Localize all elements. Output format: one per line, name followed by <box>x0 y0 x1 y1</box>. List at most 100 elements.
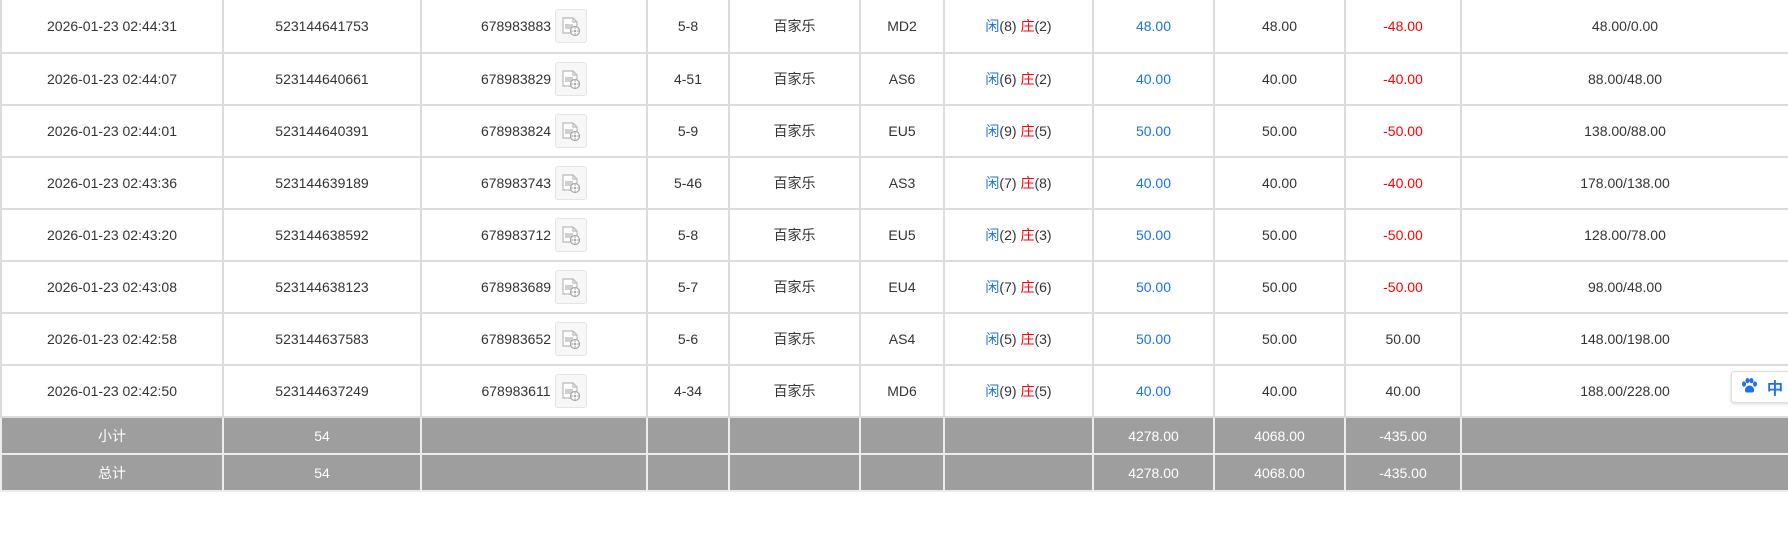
player-label: 闲 <box>985 227 1000 243</box>
total-row: 总计 54 4278.00 4068.00 -435.00 <box>0 453 1788 492</box>
game-name: 百家乐 <box>728 156 861 210</box>
valid-bet: 50.00 <box>1213 260 1346 314</box>
valid-bet: 50.00 <box>1213 208 1346 262</box>
shoe-round: 5-8 <box>646 0 730 54</box>
bet-records-table: 2026-01-23 02:44:31 523144641753 678983883… <box>0 0 1788 492</box>
video-replay-icon[interactable] <box>555 322 588 356</box>
player-label: 闲 <box>985 383 1000 399</box>
video-replay-icon[interactable] <box>554 374 587 408</box>
video-replay-icon[interactable] <box>555 218 588 252</box>
game-result: 闲(9) 庄(5) <box>943 364 1094 418</box>
bet-amount: 40.00 <box>1092 52 1215 106</box>
payout: -40.00 <box>1344 52 1462 106</box>
round-id: 678983611 <box>481 383 551 399</box>
valid-bet: 40.00 <box>1213 156 1346 210</box>
bet-time: 2026-01-23 02:42:50 <box>0 364 224 418</box>
video-replay-icon[interactable] <box>555 166 588 200</box>
input-mode-label[interactable]: 中 <box>1767 375 1783 399</box>
round-id-cell: 678983824 <box>420 104 648 158</box>
banker-score: (3) <box>1034 227 1052 243</box>
table-name: AS4 <box>859 312 945 366</box>
banker-label: 庄 <box>1020 175 1035 191</box>
banker-score: (5) <box>1034 123 1052 139</box>
game-name: 百家乐 <box>728 312 861 366</box>
table-name: EU4 <box>859 260 945 314</box>
bet-id: 523144641753 <box>222 0 422 54</box>
player-label: 闲 <box>985 279 1000 295</box>
player-score: (7) <box>999 279 1017 295</box>
bet-time: 2026-01-23 02:44:31 <box>0 0 224 54</box>
subtotal-label: 小计 <box>0 416 224 455</box>
valid-bet: 50.00 <box>1213 104 1346 158</box>
total-valid: 4068.00 <box>1213 453 1346 492</box>
shoe-round: 4-34 <box>646 364 730 418</box>
game-name: 百家乐 <box>728 0 861 54</box>
paw-icon[interactable] <box>1740 377 1758 398</box>
bet-amount: 50.00 <box>1092 104 1215 158</box>
player-score: (5) <box>999 331 1017 347</box>
round-id: 678983743 <box>480 175 552 191</box>
video-replay-icon[interactable] <box>555 114 588 148</box>
shoe-round: 5-9 <box>646 104 730 158</box>
balance: 128.00/78.00 <box>1460 208 1788 262</box>
banker-score: (2) <box>1034 71 1052 87</box>
round-id-cell: 678983652 <box>420 312 648 366</box>
shoe-round: 5-7 <box>646 260 730 314</box>
player-score: (9) <box>999 123 1017 139</box>
bet-id: 523144639189 <box>222 156 422 210</box>
round-id-cell: 678983829 <box>420 52 648 106</box>
game-name: 百家乐 <box>728 52 861 106</box>
round-id-cell: 678983743 <box>420 156 648 210</box>
payout: 40.00 <box>1344 364 1462 418</box>
subtotal-count: 54 <box>222 416 422 455</box>
video-replay-icon[interactable] <box>555 270 588 304</box>
bet-amount: 50.00 <box>1092 208 1215 262</box>
video-replay-icon[interactable] <box>555 9 588 43</box>
game-result: 闲(9) 庄(5) <box>943 104 1094 158</box>
bet-id: 523144638123 <box>222 260 422 314</box>
player-score: (9) <box>999 383 1017 399</box>
banker-label: 庄 <box>1020 71 1035 87</box>
table-row: 2026-01-23 02:43:08 523144638123 678983689… <box>0 260 1788 314</box>
bet-id: 523144638592 <box>222 208 422 262</box>
bet-id: 523144640661 <box>222 52 422 106</box>
table-row: 2026-01-23 02:44:07 523144640661 678983829… <box>0 52 1788 106</box>
game-name: 百家乐 <box>728 260 861 314</box>
round-id: 678983689 <box>480 279 552 295</box>
ime-toolbar[interactable]: 中 <box>1731 371 1788 403</box>
banker-label: 庄 <box>1020 227 1035 243</box>
balance: 48.00/0.00 <box>1460 0 1788 54</box>
balance: 138.00/88.00 <box>1460 104 1788 158</box>
bet-time: 2026-01-23 02:44:01 <box>0 104 224 158</box>
subtotal-bet: 4278.00 <box>1092 416 1215 455</box>
total-count: 54 <box>222 453 422 492</box>
game-result: 闲(2) 庄(3) <box>943 208 1094 262</box>
round-id-cell: 678983883 <box>420 0 648 54</box>
subtotal-payout: -435.00 <box>1344 416 1462 455</box>
payout: -40.00 <box>1344 156 1462 210</box>
payout: 50.00 <box>1344 312 1462 366</box>
bet-time: 2026-01-23 02:42:58 <box>0 312 224 366</box>
bet-amount: 50.00 <box>1092 312 1215 366</box>
game-name: 百家乐 <box>728 104 861 158</box>
player-score: (7) <box>999 175 1017 191</box>
table-name: EU5 <box>859 208 945 262</box>
game-result: 闲(6) 庄(2) <box>943 52 1094 106</box>
video-replay-icon[interactable] <box>555 62 588 96</box>
bet-time: 2026-01-23 02:44:07 <box>0 52 224 106</box>
player-label: 闲 <box>985 123 1000 139</box>
banker-label: 庄 <box>1020 18 1035 34</box>
banker-score: (3) <box>1034 331 1052 347</box>
game-name: 百家乐 <box>728 364 861 418</box>
balance: 88.00/48.00 <box>1460 52 1788 106</box>
round-id: 678983829 <box>480 71 552 87</box>
valid-bet: 40.00 <box>1213 364 1346 418</box>
total-label: 总计 <box>0 453 224 492</box>
summary-body: 小计 54 4278.00 4068.00 -435.00 总计 54 4278… <box>0 416 1788 492</box>
player-label: 闲 <box>985 331 1000 347</box>
bet-amount: 48.00 <box>1092 0 1215 54</box>
banker-label: 庄 <box>1020 331 1035 347</box>
balance: 178.00/138.00 <box>1460 156 1788 210</box>
table-name: AS3 <box>859 156 945 210</box>
bet-id: 523144637249 <box>222 364 422 418</box>
